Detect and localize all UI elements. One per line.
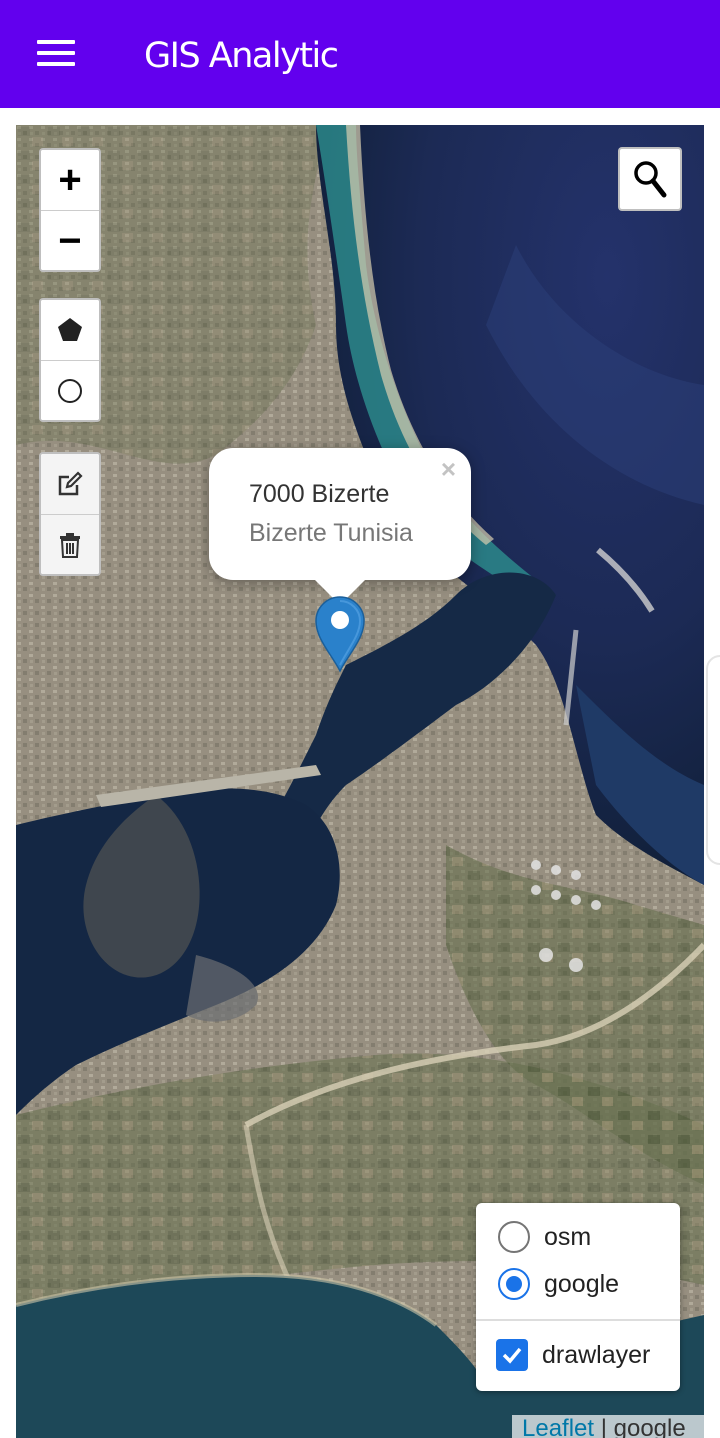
pentagon-icon bbox=[58, 318, 82, 341]
delete-layers-button[interactable] bbox=[41, 514, 99, 574]
draw-polygon-button[interactable] bbox=[41, 300, 99, 360]
popup-close-button[interactable]: × bbox=[441, 456, 456, 482]
side-drawer-handle[interactable] bbox=[706, 655, 720, 865]
layers-separator bbox=[476, 1319, 680, 1321]
popup-postal-city: 7000 Bizerte bbox=[249, 480, 390, 508]
circle-icon bbox=[58, 378, 82, 403]
trash-icon bbox=[60, 532, 80, 558]
draw-circle-button[interactable] bbox=[41, 360, 99, 420]
attribution-provider: | google bbox=[594, 1415, 686, 1438]
google-label: google bbox=[544, 1269, 620, 1298]
drawlayer-checkbox[interactable] bbox=[496, 1339, 528, 1371]
overlay-drawlayer[interactable]: drawlayer bbox=[496, 1339, 650, 1371]
menu-button[interactable] bbox=[26, 30, 86, 76]
search-icon bbox=[634, 161, 667, 198]
app-bar: GIS Analytic bbox=[0, 0, 720, 108]
draw-toolbar bbox=[39, 298, 101, 422]
checkmark-icon bbox=[502, 1347, 522, 1364]
drawlayer-label: drawlayer bbox=[542, 1340, 651, 1369]
edit-toolbar bbox=[39, 452, 101, 576]
map-pin-icon bbox=[315, 596, 365, 673]
osm-label: osm bbox=[544, 1222, 592, 1251]
osm-radio[interactable] bbox=[498, 1221, 530, 1253]
leaflet-link[interactable]: Leaflet bbox=[522, 1415, 594, 1438]
edit-layers-button[interactable] bbox=[41, 454, 99, 514]
search-button[interactable] bbox=[618, 147, 682, 211]
google-radio[interactable] bbox=[498, 1268, 530, 1300]
menu-icon bbox=[37, 40, 75, 44]
zoom-out-button[interactable]: − bbox=[41, 210, 99, 270]
zoom-control: + − bbox=[39, 148, 101, 272]
location-marker[interactable] bbox=[314, 595, 366, 673]
app-title: GIS Analytic bbox=[144, 36, 339, 76]
base-layer-osm[interactable]: osm bbox=[498, 1221, 591, 1253]
edit-icon bbox=[58, 471, 83, 496]
popup-region-country: Bizerte Tunisia bbox=[249, 519, 413, 547]
map-view[interactable]: + − × 7000 Bizerte Bizerte Tunisia osm g… bbox=[16, 125, 704, 1438]
location-popup: × 7000 Bizerte Bizerte Tunisia bbox=[209, 448, 471, 580]
map-attribution: Leaflet | google bbox=[512, 1415, 704, 1438]
base-layer-google[interactable]: google bbox=[498, 1268, 619, 1300]
zoom-out-icon: − bbox=[58, 218, 82, 263]
layers-control: osm google drawlayer bbox=[476, 1203, 680, 1391]
zoom-in-button[interactable]: + bbox=[41, 150, 99, 210]
zoom-in-icon: + bbox=[58, 158, 82, 202]
